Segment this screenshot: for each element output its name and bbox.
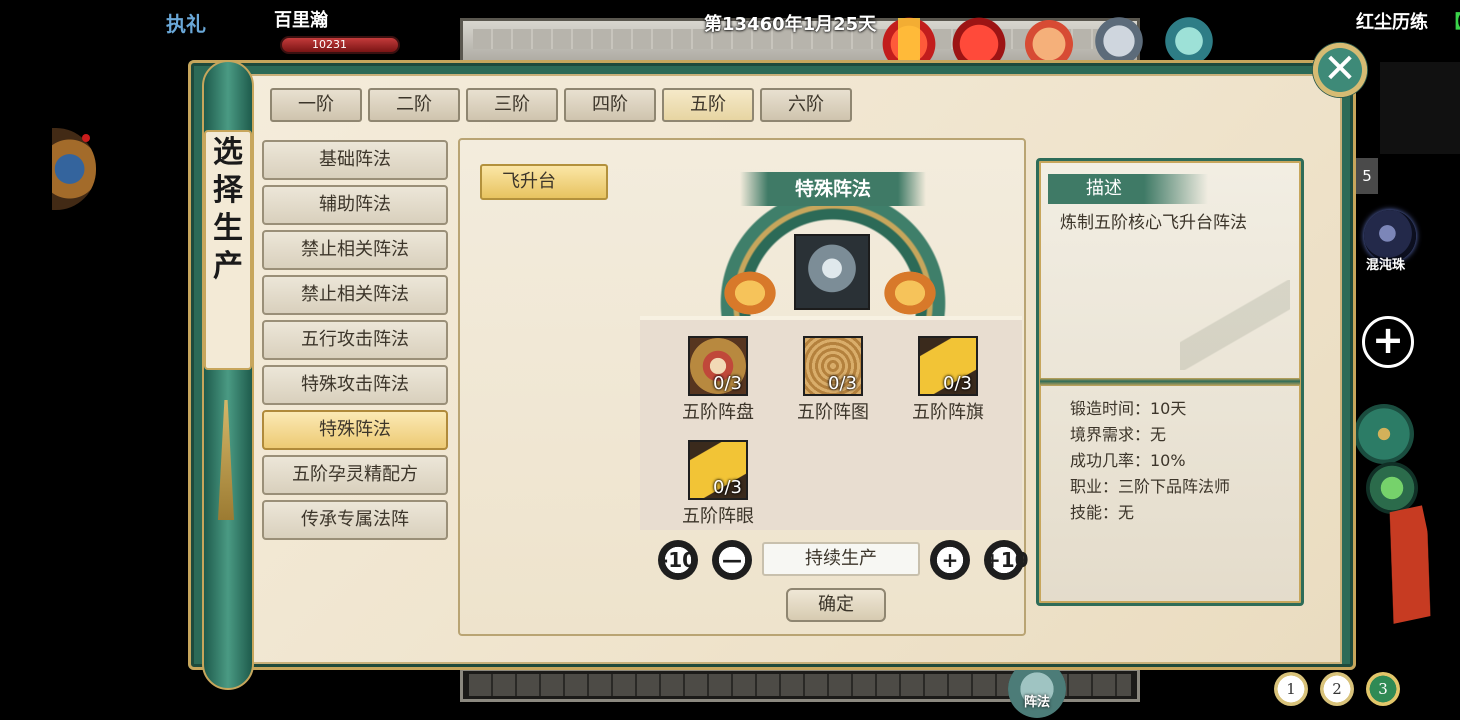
material-array-flag[interactable]: 0/3 五阶阵旗: [892, 336, 1004, 424]
material-name: 五阶阵图: [797, 402, 869, 423]
production-mode-field[interactable]: 持续生产: [762, 542, 920, 576]
chaos-orb-label: 混沌珠: [1366, 258, 1406, 273]
material-array-disc[interactable]: 0/3 五阶阵盘: [662, 336, 774, 424]
hp-bar: 10231: [280, 36, 400, 54]
tab-tier-5[interactable]: 五阶: [662, 88, 754, 122]
stat-realm-requirement: 境界需求：无: [1070, 425, 1167, 444]
player-tag: 执礼: [166, 12, 206, 36]
title-scroll: 选择生产: [196, 60, 260, 690]
category-spirit-essence-recipe[interactable]: 五阶孕灵精配方: [262, 455, 448, 495]
close-button[interactable]: ✕: [1312, 42, 1368, 98]
jade-disc-icon[interactable]: [1354, 404, 1414, 464]
tab-tier-3[interactable]: 三阶: [466, 88, 558, 122]
tab-tier-1[interactable]: 一阶: [270, 88, 362, 122]
category-banner: 特殊阵法: [740, 172, 926, 206]
feast-icon[interactable]: [1018, 8, 1080, 68]
minus-button[interactable]: —: [712, 540, 752, 580]
materials-panel: 0/3 五阶阵盘 0/3 五阶阵图 0/3 五阶阵旗 0/3 五阶阵眼: [640, 316, 1022, 530]
landscape-decoration: [1180, 280, 1290, 370]
stat-forge-time: 锻造时间：10天: [1070, 399, 1187, 418]
array-eye-icon: 0/3: [688, 440, 748, 500]
material-array-map[interactable]: 0/3 五阶阵图: [777, 336, 889, 424]
flame-decoration: [720, 268, 780, 318]
right-counter: 5: [1356, 158, 1378, 194]
material-name: 五阶阵旗: [912, 402, 984, 423]
category-list: 基础阵法 辅助阵法 禁止相关阵法 禁止相关阵法 五行攻击阵法 特殊攻击阵法 特殊…: [262, 140, 448, 545]
material-array-eye[interactable]: 0/3 五阶阵眼: [662, 440, 774, 528]
recipe-stats: 锻造时间：10天 境界需求：无 成功几率：10% 职业：三阶下品阵法师 技能：无: [1070, 396, 1290, 526]
left-event-icon[interactable]: [52, 128, 96, 210]
array-disc-icon: 0/3: [688, 336, 748, 396]
array-badge-label: 阵法: [1023, 695, 1050, 710]
gift-icon[interactable]: [878, 8, 940, 68]
category-basic-array[interactable]: 基础阵法: [262, 140, 448, 180]
armor-icon[interactable]: [1088, 8, 1150, 68]
material-name: 五阶阵眼: [682, 506, 754, 527]
category-five-element-attack[interactable]: 五行攻击阵法: [262, 320, 448, 360]
tab-tier-2[interactable]: 二阶: [368, 88, 460, 122]
material-count: 0/3: [713, 477, 742, 498]
category-forbid-array-1[interactable]: 禁止相关阵法: [262, 230, 448, 270]
category-special-attack[interactable]: 特殊攻击阵法: [262, 365, 448, 405]
top-activity-icons: [878, 8, 1220, 68]
page-indicator: 1 2 3: [1274, 672, 1400, 706]
stat-skill: 技能：无: [1070, 503, 1135, 522]
game-screen: 执礼 百里瀚 10231 第13460年1月25天 红尘历练 【 5 混沌珠 +…: [0, 0, 1460, 720]
game-date: 第13460年1月25天: [704, 14, 877, 35]
category-support-array[interactable]: 辅助阵法: [262, 185, 448, 225]
material-count: 0/3: [713, 373, 742, 394]
jade-bead-icon[interactable]: [1366, 462, 1418, 514]
array-flag-icon: 0/3: [918, 336, 978, 396]
page-dot-2[interactable]: 2: [1320, 672, 1354, 706]
page-dot-3[interactable]: 3: [1366, 672, 1400, 706]
material-name: 五阶阵盘: [682, 402, 754, 423]
description-text: 炼制五阶核心飞升台阵法: [1060, 213, 1247, 233]
page-dot-1[interactable]: 1: [1274, 672, 1308, 706]
material-count: 0/3: [943, 373, 972, 394]
tier-tabs: 一阶 二阶 三阶 四阶 五阶 六阶: [270, 88, 852, 122]
tab-tier-4[interactable]: 四阶: [564, 88, 656, 122]
stat-success-rate: 成功几率：10%: [1070, 451, 1186, 470]
confirm-button[interactable]: 确定: [786, 588, 886, 622]
right-info-box: [1380, 62, 1460, 154]
expand-plus-button[interactable]: +: [1362, 316, 1414, 368]
category-special-array[interactable]: 特殊阵法: [262, 410, 448, 450]
plus-button[interactable]: +: [930, 540, 970, 580]
player-name: 百里瀚: [274, 10, 328, 31]
description-heading: 描述: [1048, 174, 1208, 204]
material-count: 0/3: [828, 373, 857, 394]
tab-tier-6[interactable]: 六阶: [760, 88, 852, 122]
right-quest-mark: 【: [1444, 8, 1460, 34]
description-divider: [1040, 378, 1300, 386]
flame-decoration: [880, 268, 940, 318]
minus-10-button[interactable]: -10: [658, 540, 698, 580]
stat-profession: 职业：三阶下品阵法师: [1070, 477, 1231, 496]
red-tassel-decoration: [1367, 505, 1445, 625]
right-quest-title[interactable]: 红尘历练: [1356, 8, 1428, 34]
category-forbid-array-2[interactable]: 禁止相关阵法: [262, 275, 448, 315]
pavilion-icon[interactable]: [1158, 8, 1220, 68]
category-inheritance-array[interactable]: 传承专属法阵: [262, 500, 448, 540]
product-array-platform-icon[interactable]: [794, 234, 870, 310]
plus-10-button[interactable]: +10: [984, 540, 1029, 580]
array-map-icon: 0/3: [803, 336, 863, 396]
panel-title: 选择生产: [213, 135, 243, 284]
recipe-item-ascension-platform[interactable]: 飞升台: [480, 164, 608, 200]
hp-value: 10231: [312, 38, 347, 51]
lucky-bag-icon[interactable]: [948, 8, 1010, 68]
